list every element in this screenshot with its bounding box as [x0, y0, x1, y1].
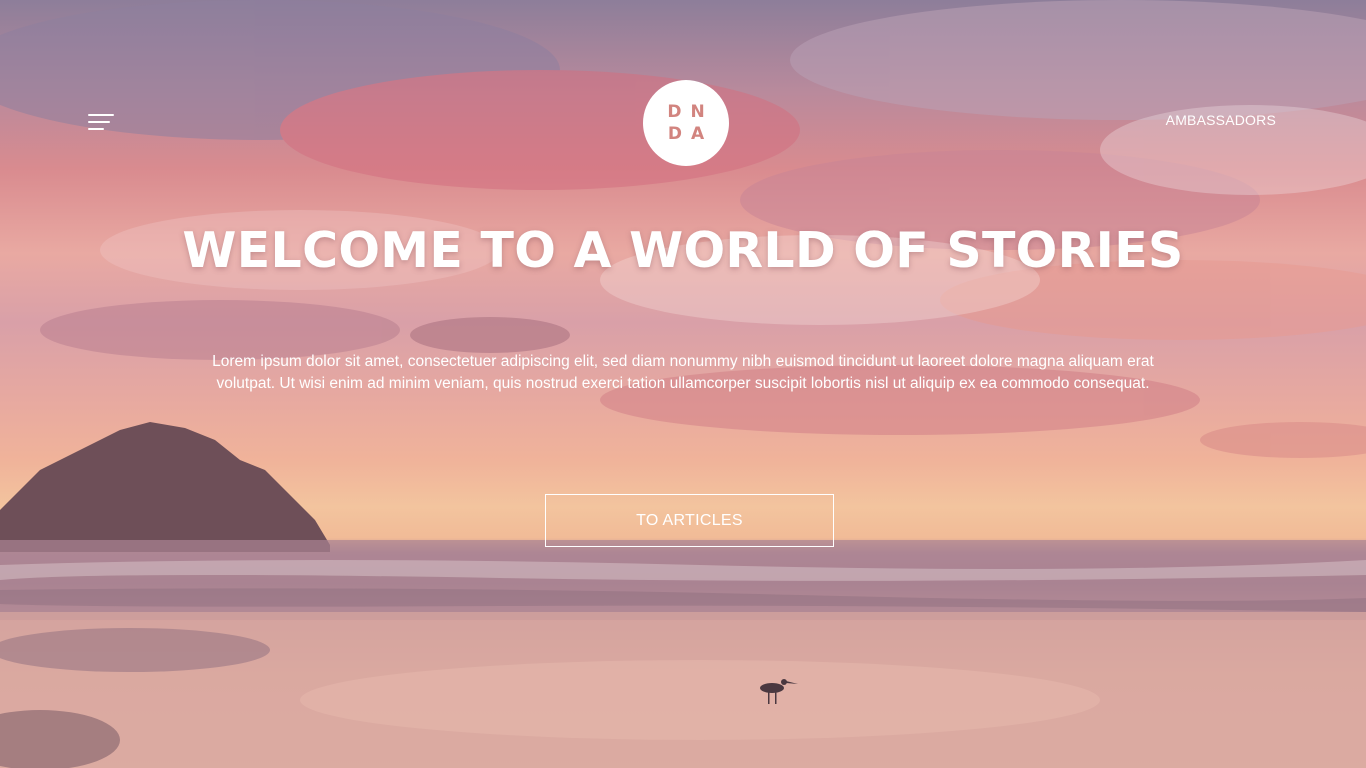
rock-silhouette	[0, 422, 330, 552]
hero-section: DN DA AMBASSADORS WELCOME TO A WORLD OF …	[0, 0, 1366, 768]
logo-line-2: DA	[667, 124, 714, 144]
menu-line	[88, 114, 114, 116]
ambassadors-link[interactable]: AMBASSADORS	[1166, 112, 1276, 128]
hero-description: Lorem ipsum dolor sit amet, consectetuer…	[212, 353, 1154, 392]
hamburger-menu-icon[interactable]	[88, 112, 118, 134]
site-logo[interactable]: DN DA	[643, 80, 729, 166]
logo-line-1: DN	[667, 102, 714, 122]
menu-line	[88, 121, 110, 123]
to-articles-button[interactable]: TO ARTICLES	[545, 494, 834, 547]
menu-line	[88, 128, 104, 130]
hero-title: WELCOME TO A WORLD OF STORIES	[182, 222, 1184, 279]
